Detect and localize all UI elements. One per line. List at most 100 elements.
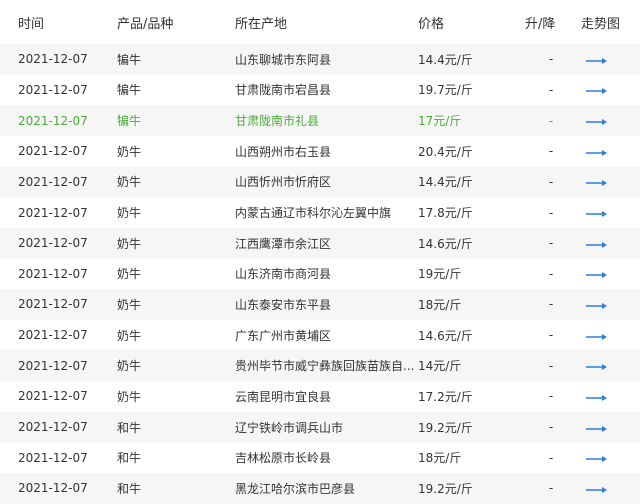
row-product: 奶牛: [117, 206, 142, 221]
table-row[interactable]: 2021-12-07 奶牛 云南昆明市宜良县 17.2元/斤 -: [0, 381, 640, 412]
row-change: -: [548, 297, 554, 312]
trend-chart-link[interactable]: [577, 204, 640, 221]
arrow-right-icon[interactable]: [586, 179, 608, 187]
table-row[interactable]: 2021-12-07 犏牛 甘肃陇南市宕昌县 19.7元/斤 -: [0, 74, 640, 106]
table-body: 2021-12-07 犏牛 山东聊城市东阿县 14.4元/斤 - 2021-12-07 犏牛…: [0, 44, 640, 504]
row-product: 和牛: [117, 481, 142, 496]
table-row[interactable]: 2021-12-07 奶牛 山西朔州市右玉县 20.4元/斤 -: [0, 135, 640, 167]
row-price: 18元/斤: [418, 451, 462, 466]
table-row[interactable]: 2021-12-07 奶牛 内蒙古通辽市科尔沁左翼中旗 17.8元/斤 -: [0, 197, 640, 228]
trend-chart-link[interactable]: [577, 173, 640, 190]
trend-chart-link[interactable]: [577, 81, 640, 98]
row-product: 奶牛: [117, 359, 142, 374]
table-row[interactable]: 2021-12-07 犏牛 甘肃陇南市礼县 17元/斤 -: [0, 105, 640, 136]
table-row[interactable]: 2021-12-07 奶牛 山东济南市商河县 19元/斤 -: [0, 258, 640, 290]
row-product: 奶牛: [117, 328, 142, 343]
arrow-right-icon[interactable]: [586, 363, 608, 371]
row-change: -: [548, 205, 554, 220]
row-price: 19元/斤: [418, 267, 462, 282]
arrow-right-icon[interactable]: [586, 425, 608, 433]
trend-chart-link[interactable]: [577, 265, 640, 282]
trend-chart-link[interactable]: [577, 449, 640, 466]
row-change: -: [548, 450, 554, 465]
table-header: 时间 产品/品种 所在产地 价格 升/降 走势图: [0, 0, 640, 44]
arrow-right-icon[interactable]: [586, 394, 608, 402]
table-row[interactable]: 2021-12-07 奶牛 贵州毕节市威宁彝族回族苗族自... 14元/斤 -: [0, 350, 640, 382]
row-date: 2021-12-07: [18, 328, 88, 343]
row-date: 2021-12-07: [18, 52, 88, 67]
row-origin: 山东聊城市东阿县: [235, 52, 332, 67]
arrow-right-icon[interactable]: [586, 455, 608, 463]
row-origin: 山东泰安市东平县: [235, 297, 332, 312]
row-date: 2021-12-07: [18, 389, 88, 404]
row-price: 20.4元/斤: [418, 144, 473, 159]
arrow-right-icon[interactable]: [586, 486, 608, 494]
trend-chart-link[interactable]: [577, 51, 640, 68]
row-price: 18元/斤: [418, 297, 462, 312]
table-row[interactable]: 2021-12-07 奶牛 广东广州市黄埔区 14.6元/斤 -: [0, 319, 640, 351]
trend-chart-link[interactable]: [577, 112, 640, 129]
table-row[interactable]: 2021-12-07 奶牛 江西鹰潭市余江区 14.6元/斤 -: [0, 227, 640, 259]
row-product: 奶牛: [117, 175, 142, 190]
arrow-right-icon[interactable]: [586, 149, 608, 157]
row-price: 17元/斤: [418, 114, 462, 129]
table-row[interactable]: 2021-12-07 和牛 辽宁铁岭市调兵山市 19.2元/斤 -: [0, 411, 640, 443]
trend-chart-link[interactable]: [577, 357, 640, 374]
row-price: 17.8元/斤: [418, 206, 473, 221]
arrow-right-icon[interactable]: [586, 302, 608, 310]
row-origin: 广东广州市黄埔区: [235, 328, 332, 343]
row-change: -: [548, 174, 554, 189]
row-origin: 吉林松原市长岭县: [235, 451, 332, 466]
row-price: 19.7元/斤: [418, 83, 473, 98]
trend-chart-link[interactable]: [577, 327, 640, 344]
row-origin: 山西忻州市忻府区: [235, 175, 332, 190]
row-price: 19.2元/斤: [418, 420, 473, 435]
row-origin: 贵州毕节市威宁彝族回族苗族自...: [235, 359, 415, 374]
arrow-right-icon[interactable]: [586, 87, 608, 95]
row-origin: 江西鹰潭市余江区: [235, 236, 332, 251]
trend-chart-link[interactable]: [577, 143, 640, 160]
row-product: 奶牛: [117, 236, 142, 251]
trend-chart-link[interactable]: [577, 480, 640, 497]
row-change: -: [548, 236, 554, 251]
row-change: -: [548, 358, 554, 373]
row-date: 2021-12-07: [18, 82, 88, 97]
row-product: 奶牛: [117, 389, 142, 404]
row-date: 2021-12-07: [18, 358, 88, 373]
row-origin: 山西朔州市右玉县: [235, 144, 332, 159]
table-row[interactable]: 2021-12-07 和牛 黑龙江哈尔滨市巴彦县 19.2元/斤 -: [0, 472, 640, 504]
price-table: 时间 产品/品种 所在产地 价格 升/降 走势图 2021-12-07 犏牛 山东聊…: [0, 0, 640, 504]
trend-chart-link[interactable]: [577, 388, 640, 405]
arrow-right-icon[interactable]: [586, 210, 608, 218]
table-row[interactable]: 2021-12-07 奶牛 山西忻州市忻府区 14.4元/斤 -: [0, 166, 640, 198]
row-origin: 山东济南市商河县: [235, 267, 332, 282]
row-change: -: [548, 328, 554, 343]
table-row[interactable]: 2021-12-07 犏牛 山东聊城市东阿县 14.4元/斤 -: [0, 44, 640, 75]
row-date: 2021-12-07: [18, 174, 88, 189]
header-origin: 所在产地: [235, 16, 288, 32]
arrow-right-icon[interactable]: [586, 241, 608, 249]
trend-chart-link[interactable]: [577, 419, 640, 436]
header-date: 时间: [18, 16, 45, 32]
row-date: 2021-12-07: [18, 481, 88, 496]
row-origin: 辽宁铁岭市调兵山市: [235, 420, 344, 435]
arrow-right-icon[interactable]: [586, 271, 608, 279]
row-price: 14.6元/斤: [418, 328, 473, 343]
row-product: 奶牛: [117, 297, 142, 312]
row-change: -: [548, 113, 554, 128]
arrow-right-icon[interactable]: [586, 333, 608, 341]
row-origin: 云南昆明市宜良县: [235, 389, 332, 404]
arrow-right-icon[interactable]: [586, 57, 608, 65]
row-date: 2021-12-07: [18, 420, 88, 434]
row-product: 和牛: [117, 420, 142, 435]
row-change: -: [548, 389, 554, 404]
arrow-right-icon[interactable]: [586, 118, 608, 126]
trend-chart-link[interactable]: [577, 235, 640, 252]
table-row[interactable]: 2021-12-07 奶牛 山东泰安市东平县 18元/斤 -: [0, 289, 640, 320]
row-date: 2021-12-07: [18, 266, 88, 281]
trend-chart-link[interactable]: [577, 296, 640, 313]
header-product: 产品/品种: [117, 16, 174, 32]
table-row[interactable]: 2021-12-07 和牛 吉林松原市长岭县 18元/斤 -: [0, 442, 640, 473]
header-change: 升/降: [525, 16, 556, 32]
row-product: 奶牛: [117, 144, 142, 159]
